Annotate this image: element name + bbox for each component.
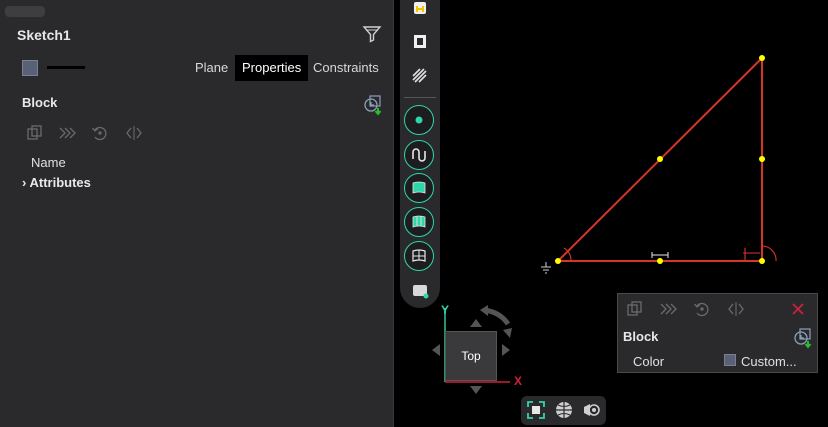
tab-properties[interactable]: Properties (235, 55, 309, 81)
vertex-point[interactable] (759, 55, 765, 61)
name-column-header: Name (31, 155, 66, 170)
rotate-icon[interactable] (693, 300, 711, 318)
color-property-label: Color (633, 354, 665, 369)
hatch-icon[interactable] (405, 60, 435, 90)
attributes-label: Attributes (29, 175, 91, 190)
copy-icon[interactable] (626, 300, 644, 318)
surface-icon (412, 181, 426, 194)
add-block-icon[interactable] (792, 327, 814, 349)
block-section-label: Block (22, 95, 58, 110)
orbit-right-arrow-icon[interactable] (502, 344, 510, 356)
perpendicular-constraint-icon[interactable] (743, 245, 777, 262)
extrude-icon[interactable] (405, 26, 435, 56)
panel-drag-handle[interactable] (5, 6, 45, 17)
horizontal-constraint-icon[interactable] (651, 252, 669, 258)
sketch-color-swatch[interactable] (22, 60, 38, 76)
sketch-viewport[interactable] (538, 48, 788, 278)
view-cube-face-label[interactable]: Top (445, 349, 497, 363)
midpoint-point[interactable] (657, 156, 663, 162)
midpoint-point[interactable] (759, 156, 765, 162)
y-axis-label: Y (441, 303, 450, 317)
x-axis-label: X (514, 374, 523, 388)
rotate-icon[interactable] (91, 124, 109, 142)
fit-view-icon[interactable] (526, 400, 546, 420)
add-block-icon[interactable] (362, 94, 384, 116)
close-icon[interactable] (790, 301, 806, 317)
line-style-swatch[interactable] (47, 66, 85, 69)
point-tool-button[interactable] (404, 105, 434, 135)
surface-tool-button[interactable] (404, 173, 434, 203)
forward-icon[interactable] (659, 300, 677, 318)
color-property-value[interactable]: Custom... (741, 354, 797, 369)
popup-title: Block (623, 329, 659, 344)
vertex-point[interactable] (555, 258, 561, 264)
loft-icon (412, 215, 426, 228)
attributes-tree-item[interactable]: › Attributes (22, 175, 91, 190)
orbit-up-arrow-icon[interactable] (470, 319, 482, 327)
orbit-down-arrow-icon[interactable] (470, 386, 482, 394)
shading-icon[interactable] (554, 400, 574, 420)
orbit-left-arrow-icon[interactable] (432, 344, 440, 356)
ground-constraint-icon[interactable] (541, 262, 551, 274)
curve-icon (412, 148, 426, 162)
loft-tool-button[interactable] (404, 207, 434, 237)
color-property-swatch[interactable] (724, 354, 736, 366)
curve-tool-button[interactable] (404, 140, 434, 170)
copy-icon[interactable] (26, 124, 44, 142)
toolbar-divider (404, 97, 436, 98)
tab-plane[interactable]: Plane (188, 55, 235, 81)
grid-surface-icon (412, 249, 426, 262)
forward-icon[interactable] (58, 124, 76, 142)
chevron-right-icon: › (22, 175, 27, 190)
midpoint-point[interactable] (657, 258, 663, 264)
vertex-point[interactable] (759, 258, 765, 264)
mirror-icon[interactable] (125, 124, 143, 142)
camera-icon[interactable] (581, 400, 601, 420)
mirror-icon[interactable] (727, 300, 745, 318)
sketch-title: Sketch1 (17, 27, 71, 43)
grid-surface-tool-button[interactable] (404, 241, 434, 271)
sketch-tool-icon[interactable] (405, 0, 435, 26)
tab-constraints[interactable]: Constraints (306, 55, 386, 81)
point-icon (415, 116, 423, 124)
filter-icon[interactable] (362, 24, 382, 44)
